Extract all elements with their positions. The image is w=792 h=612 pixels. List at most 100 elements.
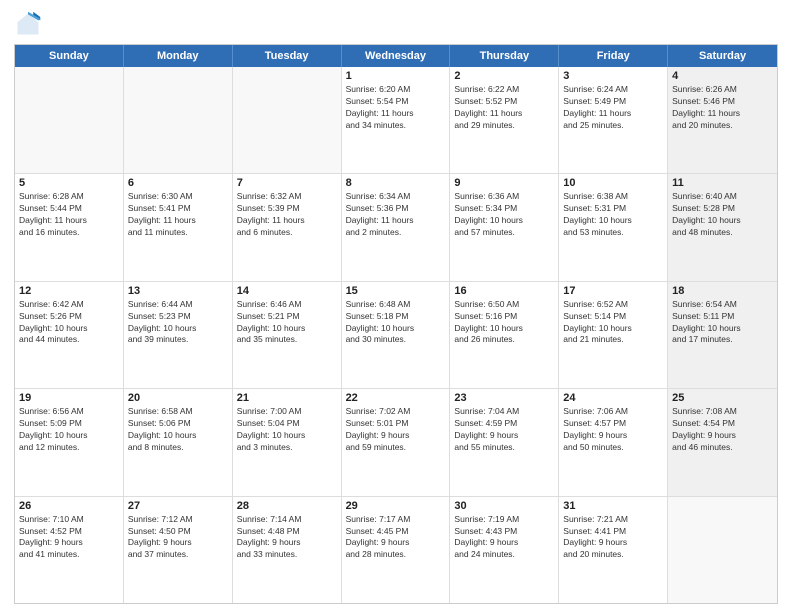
day-info: Sunrise: 7:04 AM Sunset: 4:59 PM Dayligh… — [454, 406, 554, 454]
day-info: Sunrise: 6:46 AM Sunset: 5:21 PM Dayligh… — [237, 299, 337, 347]
calendar-cell — [233, 67, 342, 173]
day-info: Sunrise: 6:28 AM Sunset: 5:44 PM Dayligh… — [19, 191, 119, 239]
day-number: 19 — [19, 392, 119, 404]
day-number: 7 — [237, 177, 337, 189]
weekday-header-wednesday: Wednesday — [342, 45, 451, 67]
calendar-cell — [124, 67, 233, 173]
day-info: Sunrise: 7:21 AM Sunset: 4:41 PM Dayligh… — [563, 514, 663, 562]
day-number: 18 — [672, 285, 773, 297]
calendar-cell: 9Sunrise: 6:36 AM Sunset: 5:34 PM Daylig… — [450, 174, 559, 280]
page-container: SundayMondayTuesdayWednesdayThursdayFrid… — [0, 0, 792, 612]
day-number: 22 — [346, 392, 446, 404]
calendar-cell: 12Sunrise: 6:42 AM Sunset: 5:26 PM Dayli… — [15, 282, 124, 388]
calendar: SundayMondayTuesdayWednesdayThursdayFrid… — [14, 44, 778, 604]
day-number: 5 — [19, 177, 119, 189]
calendar-body: 1Sunrise: 6:20 AM Sunset: 5:54 PM Daylig… — [15, 67, 777, 603]
day-number: 9 — [454, 177, 554, 189]
calendar-cell: 6 Sunrise: 6:30 AM Sunset: 5:41 PM Daylig… — [124, 174, 233, 280]
day-info: Sunrise: 6:52 AM Sunset: 5:14 PM Dayligh… — [563, 299, 663, 347]
calendar-cell: 11 Sunrise: 6:40 AM Sunset: 5:28 PM Dayli… — [668, 174, 777, 280]
day-info: Sunrise: 6:38 AM Sunset: 5:31 PM Dayligh… — [563, 191, 663, 239]
day-info: Sunrise: 6:48 AM Sunset: 5:18 PM Dayligh… — [346, 299, 446, 347]
day-info: Sunrise: 7:14 AM Sunset: 4:48 PM Dayligh… — [237, 514, 337, 562]
calendar-cell: 7 Sunrise: 6:32 AM Sunset: 5:39 PM Daylig… — [233, 174, 342, 280]
logo-icon — [14, 10, 42, 38]
day-info: Sunrise: 7:02 AM Sunset: 5:01 PM Dayligh… — [346, 406, 446, 454]
calendar-cell: 2 Sunrise: 6:22 AM Sunset: 5:52 PM Daylig… — [450, 67, 559, 173]
day-number: 10 — [563, 177, 663, 189]
calendar-cell: 13 Sunrise: 6:44 AM Sunset: 5:23 PM Dayli… — [124, 282, 233, 388]
calendar-cell: 1Sunrise: 6:20 AM Sunset: 5:54 PM Daylig… — [342, 67, 451, 173]
day-info: Sunrise: 7:19 AM Sunset: 4:43 PM Dayligh… — [454, 514, 554, 562]
calendar-cell — [15, 67, 124, 173]
day-number: 15 — [346, 285, 446, 297]
day-info: Sunrise: 6:40 AM Sunset: 5:28 PM Dayligh… — [672, 191, 773, 239]
calendar-cell: 16Sunrise: 6:50 AM Sunset: 5:16 PM Dayli… — [450, 282, 559, 388]
weekday-header-sunday: Sunday — [15, 45, 124, 67]
calendar-header: SundayMondayTuesdayWednesdayThursdayFrid… — [15, 45, 777, 67]
day-number: 29 — [346, 500, 446, 512]
day-info: Sunrise: 6:30 AM Sunset: 5:41 PM Dayligh… — [128, 191, 228, 239]
header — [14, 10, 778, 38]
day-number: 11 — [672, 177, 773, 189]
calendar-cell: 8 Sunrise: 6:34 AM Sunset: 5:36 PM Daylig… — [342, 174, 451, 280]
day-info: Sunrise: 6:58 AM Sunset: 5:06 PM Dayligh… — [128, 406, 228, 454]
weekday-header-monday: Monday — [124, 45, 233, 67]
day-info: Sunrise: 6:24 AM Sunset: 5:49 PM Dayligh… — [563, 84, 663, 132]
weekday-header-tuesday: Tuesday — [233, 45, 342, 67]
day-info: Sunrise: 6:42 AM Sunset: 5:26 PM Dayligh… — [19, 299, 119, 347]
calendar-row-4: 26Sunrise: 7:10 AM Sunset: 4:52 PM Dayli… — [15, 497, 777, 603]
weekday-header-friday: Friday — [559, 45, 668, 67]
weekday-header-thursday: Thursday — [450, 45, 559, 67]
day-number: 27 — [128, 500, 228, 512]
day-number: 23 — [454, 392, 554, 404]
calendar-row-0: 1Sunrise: 6:20 AM Sunset: 5:54 PM Daylig… — [15, 67, 777, 174]
calendar-cell: 25Sunrise: 7:08 AM Sunset: 4:54 PM Dayli… — [668, 389, 777, 495]
logo — [14, 10, 46, 38]
day-info: Sunrise: 6:56 AM Sunset: 5:09 PM Dayligh… — [19, 406, 119, 454]
day-number: 6 — [128, 177, 228, 189]
day-info: Sunrise: 6:44 AM Sunset: 5:23 PM Dayligh… — [128, 299, 228, 347]
day-number: 31 — [563, 500, 663, 512]
day-info: Sunrise: 6:50 AM Sunset: 5:16 PM Dayligh… — [454, 299, 554, 347]
day-number: 25 — [672, 392, 773, 404]
calendar-cell — [668, 497, 777, 603]
day-number: 8 — [346, 177, 446, 189]
calendar-cell: 4Sunrise: 6:26 AM Sunset: 5:46 PM Daylig… — [668, 67, 777, 173]
calendar-cell: 21Sunrise: 7:00 AM Sunset: 5:04 PM Dayli… — [233, 389, 342, 495]
day-info: Sunrise: 7:00 AM Sunset: 5:04 PM Dayligh… — [237, 406, 337, 454]
day-info: Sunrise: 6:34 AM Sunset: 5:36 PM Dayligh… — [346, 191, 446, 239]
calendar-cell: 17 Sunrise: 6:52 AM Sunset: 5:14 PM Dayli… — [559, 282, 668, 388]
calendar-cell: 10 Sunrise: 6:38 AM Sunset: 5:31 PM Dayli… — [559, 174, 668, 280]
day-info: Sunrise: 6:22 AM Sunset: 5:52 PM Dayligh… — [454, 84, 554, 132]
calendar-cell: 31 Sunrise: 7:21 AM Sunset: 4:41 PM Dayli… — [559, 497, 668, 603]
day-number: 17 — [563, 285, 663, 297]
day-number: 28 — [237, 500, 337, 512]
calendar-cell: 20 Sunrise: 6:58 AM Sunset: 5:06 PM Dayli… — [124, 389, 233, 495]
calendar-cell: 28 Sunrise: 7:14 AM Sunset: 4:48 PM Dayli… — [233, 497, 342, 603]
calendar-cell: 14Sunrise: 6:46 AM Sunset: 5:21 PM Dayli… — [233, 282, 342, 388]
day-number: 3 — [563, 70, 663, 82]
calendar-cell: 26Sunrise: 7:10 AM Sunset: 4:52 PM Dayli… — [15, 497, 124, 603]
calendar-cell: 29 Sunrise: 7:17 AM Sunset: 4:45 PM Dayli… — [342, 497, 451, 603]
day-number: 20 — [128, 392, 228, 404]
calendar-cell: 15 Sunrise: 6:48 AM Sunset: 5:18 PM Dayli… — [342, 282, 451, 388]
calendar-cell: 22 Sunrise: 7:02 AM Sunset: 5:01 PM Dayli… — [342, 389, 451, 495]
day-info: Sunrise: 6:20 AM Sunset: 5:54 PM Dayligh… — [346, 84, 446, 132]
calendar-row-2: 12Sunrise: 6:42 AM Sunset: 5:26 PM Dayli… — [15, 282, 777, 389]
day-info: Sunrise: 7:06 AM Sunset: 4:57 PM Dayligh… — [563, 406, 663, 454]
calendar-row-3: 19 Sunrise: 6:56 AM Sunset: 5:09 PM Dayli… — [15, 389, 777, 496]
calendar-cell: 5 Sunrise: 6:28 AM Sunset: 5:44 PM Daylig… — [15, 174, 124, 280]
day-number: 24 — [563, 392, 663, 404]
day-number: 13 — [128, 285, 228, 297]
day-info: Sunrise: 7:17 AM Sunset: 4:45 PM Dayligh… — [346, 514, 446, 562]
calendar-cell: 24 Sunrise: 7:06 AM Sunset: 4:57 PM Dayli… — [559, 389, 668, 495]
calendar-cell: 18Sunrise: 6:54 AM Sunset: 5:11 PM Dayli… — [668, 282, 777, 388]
day-number: 30 — [454, 500, 554, 512]
day-number: 2 — [454, 70, 554, 82]
day-number: 26 — [19, 500, 119, 512]
day-info: Sunrise: 7:12 AM Sunset: 4:50 PM Dayligh… — [128, 514, 228, 562]
calendar-cell: 23 Sunrise: 7:04 AM Sunset: 4:59 PM Dayli… — [450, 389, 559, 495]
day-info: Sunrise: 6:32 AM Sunset: 5:39 PM Dayligh… — [237, 191, 337, 239]
day-number: 4 — [672, 70, 773, 82]
